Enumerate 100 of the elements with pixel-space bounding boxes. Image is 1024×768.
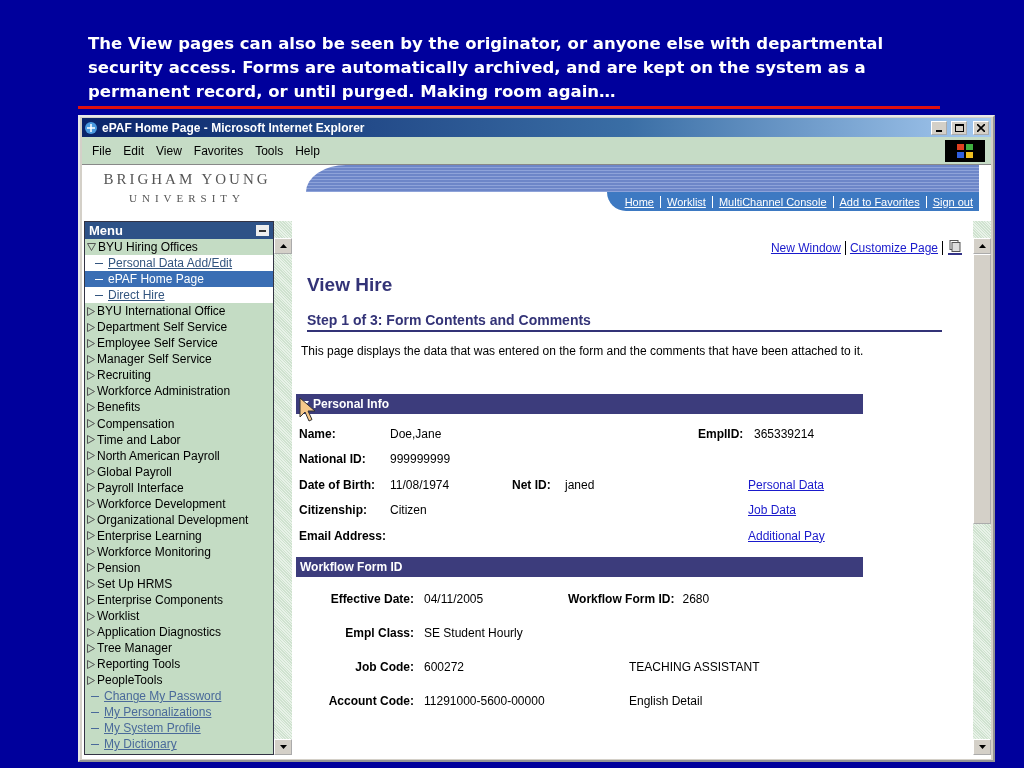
menu-item[interactable]: Workforce Development	[85, 495, 273, 512]
field-value: 2680	[682, 591, 710, 606]
menu-item[interactable]: PeopleTools	[85, 672, 273, 689]
menu-item[interactable]: Enterprise Learning	[85, 527, 273, 544]
menu-item[interactable]: Payroll Interface	[85, 479, 273, 496]
menu-bar-item[interactable]: Edit	[119, 143, 153, 158]
scroll-up-button[interactable]	[274, 238, 292, 254]
menu-bar-item[interactable]: Tools	[251, 143, 292, 158]
scroll-down-button[interactable]	[973, 739, 991, 755]
section-title: Workflow Form ID	[300, 559, 403, 574]
menu-item[interactable]: Personal Data Add/Edit	[85, 255, 273, 272]
menu-item[interactable]: Workforce Monitoring	[85, 543, 273, 560]
menu-item[interactable]: Reporting Tools	[85, 656, 273, 673]
slide-caption: The View pages can also be seen by the originator, or anyone else with departmental security access. Forms are automatically archived, and are kept on the system as a permanent record, or until purged. Making room again…	[88, 33, 885, 103]
field-value: 11291000-5600-00000	[424, 693, 546, 708]
dash-icon	[95, 262, 103, 264]
menu-title: Menu	[89, 223, 123, 238]
menu-item[interactable]: Worklist	[85, 608, 273, 625]
field-value: 04/11/2005	[424, 591, 485, 606]
menu-item[interactable]: Set Up HRMS	[85, 576, 273, 593]
field-label: EmplID:	[698, 426, 745, 441]
dash-icon	[95, 278, 103, 280]
field-value: SE Student Hourly	[424, 625, 524, 640]
menu-item[interactable]: North American Payroll	[85, 447, 273, 464]
menu-item[interactable]: My Personalizations	[85, 704, 273, 721]
menu-item[interactable]: Compensation	[85, 415, 273, 432]
dash-icon	[91, 711, 99, 713]
collapse-button[interactable]	[256, 225, 269, 236]
menu-item[interactable]: My System Profile	[85, 720, 273, 737]
field-value: 600272	[424, 659, 466, 674]
minimize-button[interactable]	[931, 120, 947, 135]
expanded-arrow-icon[interactable]	[87, 243, 96, 251]
field-label: Email Address:	[299, 528, 387, 543]
menu-item[interactable]: BYU Hiring Offices	[85, 239, 273, 256]
section-link[interactable]: Personal Data	[748, 477, 859, 492]
menu-item[interactable]: Enterprise Components	[85, 592, 273, 609]
section-header[interactable]: Personal Info	[296, 394, 863, 414]
dash-icon	[91, 695, 99, 697]
field-label: Citizenship:	[299, 503, 368, 518]
down-arrow-icon	[978, 745, 986, 749]
menu-item[interactable]: Change My Password	[85, 688, 273, 705]
section-title: Personal Info	[313, 397, 389, 411]
field-value: 365339214	[753, 426, 816, 441]
menu-item[interactable]: Direct Hire	[85, 287, 273, 304]
menu-bar-item[interactable]: View	[152, 143, 190, 158]
close-icon	[977, 123, 985, 132]
menu-item[interactable]: Pension	[85, 559, 273, 576]
menu-item[interactable]: Employee Self Service	[85, 335, 273, 352]
field-value: Doe,Jane	[390, 426, 443, 441]
menu-bar-item[interactable]: Favorites	[189, 143, 252, 158]
scrollbar[interactable]	[274, 221, 292, 755]
scroll-down-button[interactable]	[274, 739, 292, 755]
copy-url-icon[interactable]	[947, 240, 963, 256]
minimize-icon	[936, 129, 942, 132]
down-arrow-icon	[279, 745, 287, 749]
menu-item[interactable]: Recruiting	[85, 367, 273, 384]
page-link[interactable]: New Window	[770, 241, 841, 255]
field-value: Citizen	[390, 503, 428, 518]
menu-item[interactable]: Department Self Service	[85, 319, 273, 336]
scroll-thumb[interactable]	[973, 254, 991, 524]
window-title: ePAF Home Page - Microsoft Internet Explorer	[102, 120, 366, 135]
menu-item[interactable]: Application Diagnostics	[85, 624, 273, 641]
dash-icon	[91, 727, 99, 729]
menu-item[interactable]: Tree Manager	[85, 640, 273, 657]
menu-item[interactable]: BYU International Office	[85, 303, 273, 320]
selected-menu-item[interactable]: ePAF Home Page	[85, 271, 273, 288]
section-link[interactable]: Job Data	[748, 503, 859, 518]
up-arrow-icon	[279, 244, 287, 248]
menu-item[interactable]: Time and Labor	[85, 431, 273, 448]
page-link[interactable]: Customize Page	[849, 241, 938, 255]
nav-link[interactable]: Add to Favorites	[832, 195, 926, 208]
browser-logo-icon	[84, 120, 98, 135]
menu-item[interactable]: Global Payroll	[85, 463, 273, 480]
menu-item[interactable]: Workforce Administration	[85, 383, 273, 400]
menu-item[interactable]: Benefits	[85, 399, 273, 416]
close-button[interactable]	[973, 120, 989, 135]
scrollbar[interactable]	[973, 221, 991, 755]
section-link[interactable]: Additional Pay	[748, 528, 859, 543]
field-value: janed	[565, 477, 596, 492]
field-label: Empl Class:	[344, 625, 415, 640]
nav-link[interactable]: Sign out	[925, 195, 979, 208]
field-label: Account Code:	[327, 693, 415, 708]
logo-subtext: UNIVERSITY	[129, 192, 245, 204]
menu-bar-item[interactable]: Help	[291, 143, 328, 158]
field-label: Workflow Form ID:	[568, 591, 675, 606]
nav-link[interactable]: Home	[618, 195, 660, 208]
maximize-button[interactable]	[951, 120, 967, 135]
menu-item[interactable]: Organizational Development	[85, 511, 273, 528]
menu-item[interactable]: My Dictionary	[85, 736, 273, 753]
field-value: English Detail	[629, 693, 704, 708]
scroll-up-button[interactable]	[973, 238, 991, 254]
nav-link[interactable]: Worklist	[660, 195, 712, 208]
menu-item[interactable]: Manager Self Service	[85, 351, 273, 368]
dash-icon	[95, 294, 103, 296]
nav-link[interactable]: MultiChannel Console	[711, 195, 833, 208]
windows-logo-icon	[945, 139, 985, 162]
minus-icon	[259, 229, 266, 232]
menu-bar-item[interactable]: File	[88, 143, 120, 158]
field-label: National ID:	[299, 452, 367, 467]
step-title: Step 1 of 3: Form Contents and Comments	[307, 312, 942, 332]
